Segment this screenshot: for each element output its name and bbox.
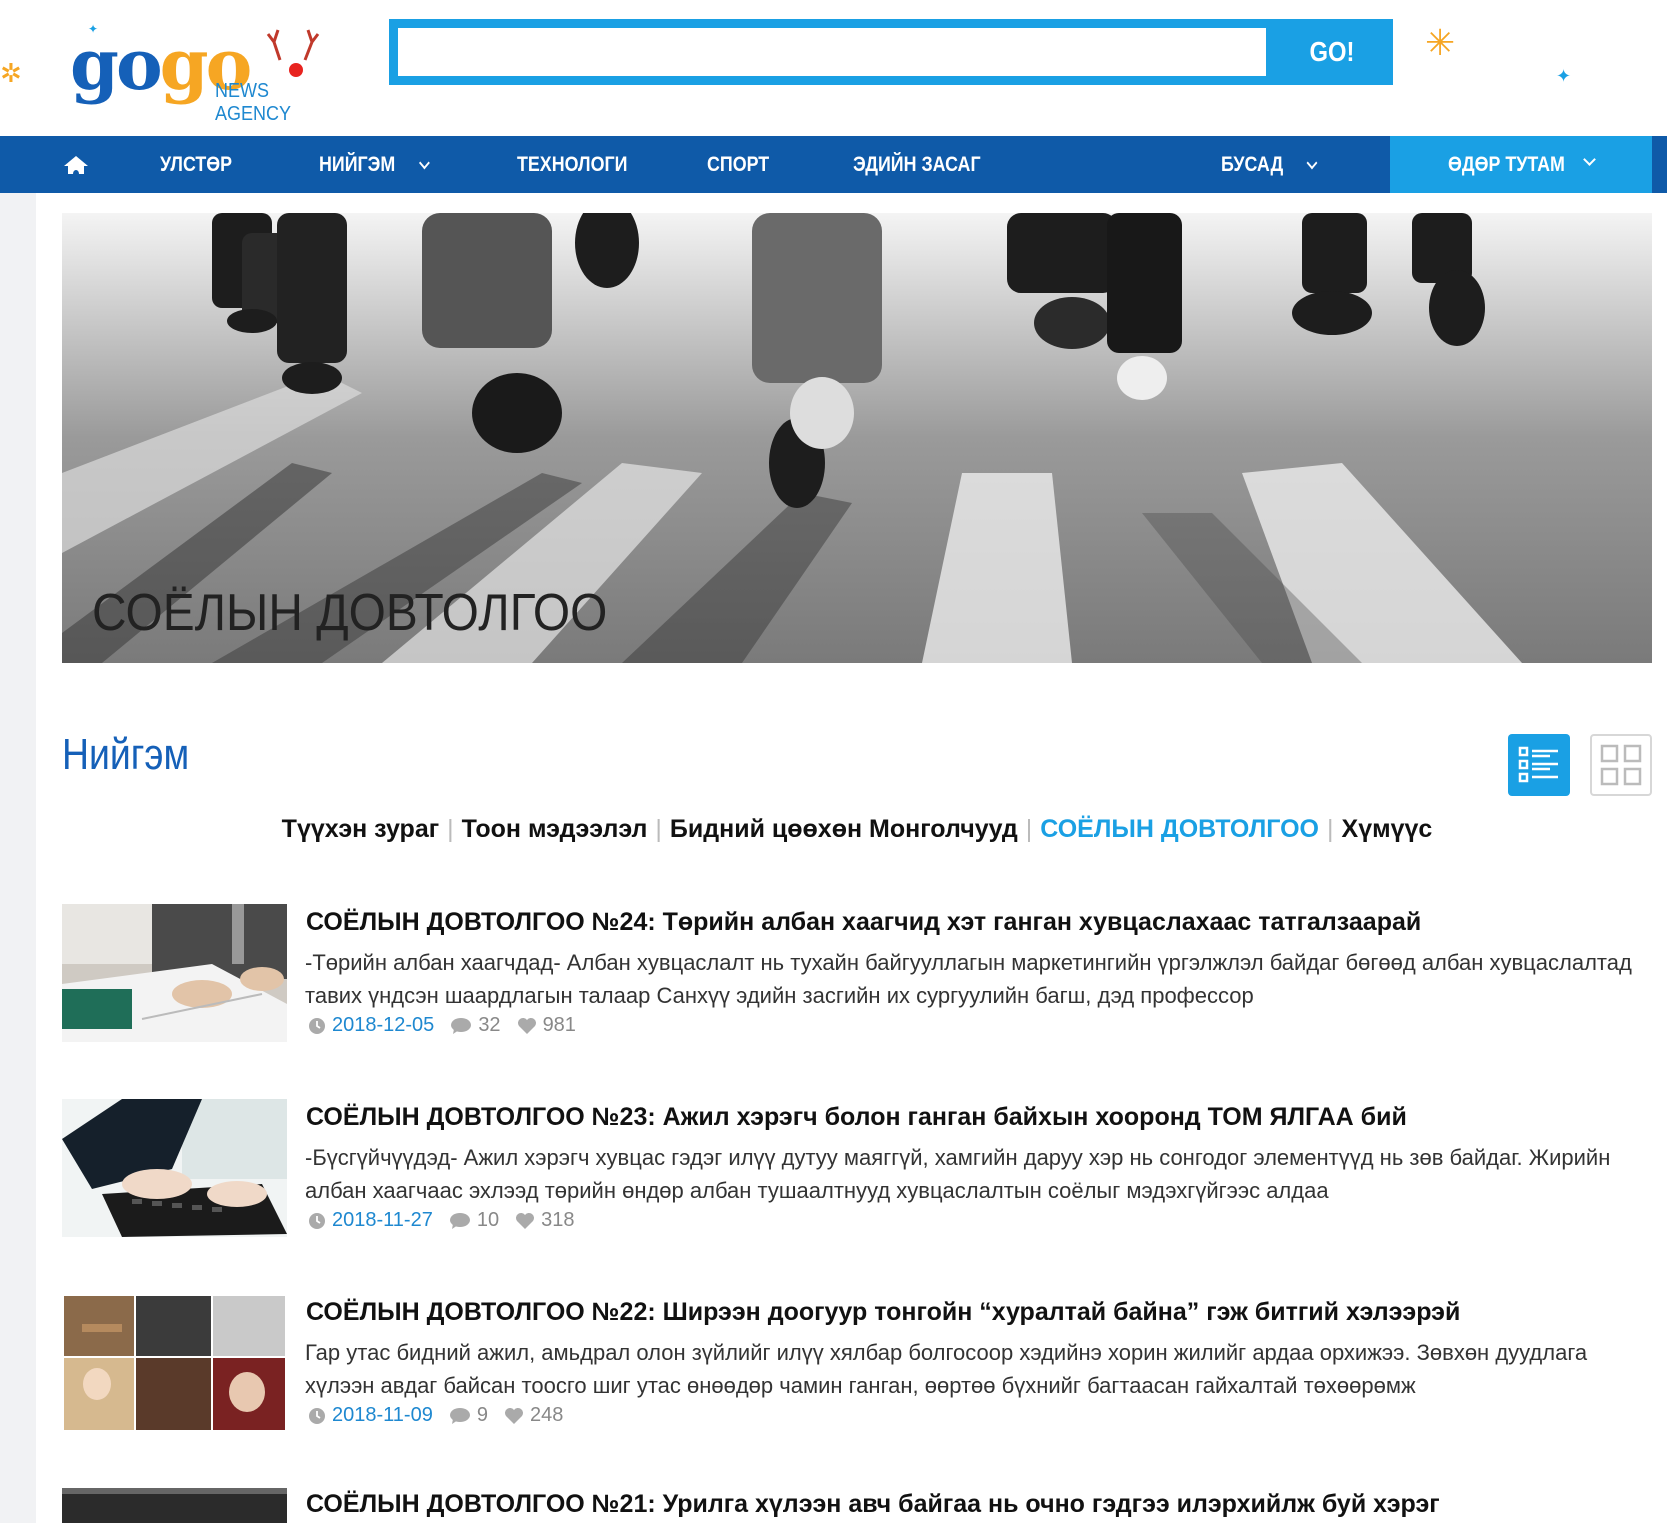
snowflake-icon: ✲ xyxy=(0,58,22,88)
list-view-toggle[interactable] xyxy=(1508,734,1570,796)
comment-count: 32 xyxy=(478,1014,501,1036)
article-item: СОЁЛЫН ДОВТОЛГОО №23: Ажил хэрэгч болон … xyxy=(62,1099,1662,1249)
snowflake-icon: ✳ xyxy=(1425,22,1456,63)
section-title: Нийгэм xyxy=(62,730,190,779)
nav-item-technology[interactable]: ТЕХНОЛОГИ xyxy=(517,136,627,193)
article-thumbnail[interactable] xyxy=(62,904,287,1042)
logo-subtitle: NEWS AGENCY xyxy=(215,80,292,125)
subcategory-link-active[interactable]: СОЁЛЫН ДОВТОЛГОО xyxy=(1040,815,1319,843)
separator: | xyxy=(1025,815,1033,843)
comment-count: 9 xyxy=(476,1404,488,1426)
chevron-down-icon xyxy=(418,156,430,170)
sparkle-icon: ✦ xyxy=(88,22,99,36)
article-title[interactable]: СОЁЛЫН ДОВТОЛГОО №23: Ажил хэрэгч болон … xyxy=(306,1103,1407,1132)
article-title[interactable]: СОЁЛЫН ДОВТОЛГОО №21: Урилга хүлээн авч … xyxy=(306,1490,1440,1519)
site-header: gogo NEWS AGENCY ✲ ✳ ✦ ✦ GO! xyxy=(0,0,1667,136)
article-date: 2018-11-09 xyxy=(332,1404,433,1426)
clock-icon xyxy=(309,1407,325,1424)
site-logo[interactable]: gogo NEWS AGENCY xyxy=(60,18,340,125)
like-count: 981 xyxy=(542,1014,576,1036)
article-meta: 2018-12-05 32 981 xyxy=(308,1014,592,1037)
grid-view-toggle[interactable] xyxy=(1590,734,1652,796)
grid-view-icon xyxy=(1600,744,1642,786)
article-excerpt: -Бүсгүйчүүдэд- Ажил хэрэгч хувцас гэдэг … xyxy=(305,1145,1611,1203)
article-date: 2018-12-05 xyxy=(332,1014,435,1036)
search-bar: GO! xyxy=(389,19,1393,85)
home-icon[interactable] xyxy=(62,154,90,176)
heart-icon xyxy=(517,1017,536,1034)
nav-item-other[interactable]: БУСАД xyxy=(1221,136,1318,193)
search-input[interactable] xyxy=(398,28,1266,76)
heart-icon xyxy=(504,1407,523,1424)
like-count: 248 xyxy=(529,1404,564,1426)
article-thumbnail[interactable] xyxy=(62,1099,287,1237)
nav-item-daily[interactable]: ӨДӨР ТУТАМ xyxy=(1390,136,1652,193)
article-excerpt: Гар утас бидний ажил, амьдрал олон зүйли… xyxy=(305,1340,1588,1398)
article-thumbnail[interactable] xyxy=(62,1294,287,1432)
subcategory-link[interactable]: Бидний цөөхөн Монголчууд xyxy=(670,815,1018,843)
comment-count: 10 xyxy=(476,1209,500,1231)
subcategory-nav: Түүхэн зураг | Тоон мэдээлэл | Бидний цөөхөн… xyxy=(0,815,1667,844)
category-banner: СОЁЛЫН ДОВТОЛГОО xyxy=(62,213,1652,663)
nav-item-society[interactable]: НИЙГЭМ xyxy=(319,136,430,193)
separator: | xyxy=(655,815,662,843)
article-excerpt: -Төрийн албан хаагчдад- Албан хувцаслалт… xyxy=(305,950,1632,1008)
chevron-down-icon xyxy=(1306,156,1318,170)
nav-item-sport[interactable]: СПОРТ xyxy=(707,136,769,193)
reindeer-antlers-icon xyxy=(266,29,320,77)
list-view-icon xyxy=(1518,746,1558,783)
clock-icon xyxy=(309,1017,325,1034)
main-nav: УЛСТӨР НИЙГЭМ ТЕХНОЛОГИ СПОРТ ЭДИЙН ЗАСА… xyxy=(0,136,1667,193)
article-item: СОЁЛЫН ДОВТОЛГОО №21: Урилга хүлээн авч … xyxy=(62,1488,1662,1523)
separator: | xyxy=(447,815,454,843)
article-title[interactable]: СОЁЛЫН ДОВТОЛГОО №24: Төрийн албан хаагч… xyxy=(306,908,1421,937)
sparkle-icon: ✦ xyxy=(1556,66,1572,86)
clock-icon xyxy=(309,1212,325,1229)
comment-icon xyxy=(449,1407,470,1424)
subcategory-link[interactable]: Түүхэн зураг xyxy=(282,815,439,843)
separator: | xyxy=(1327,815,1334,843)
article-item: СОЁЛЫН ДОВТОЛГОО №24: Төрийн албан хаагч… xyxy=(62,904,1662,1054)
left-gutter xyxy=(0,193,36,1523)
comment-icon xyxy=(449,1212,470,1229)
heart-icon xyxy=(516,1212,535,1229)
article-date: 2018-11-27 xyxy=(332,1209,433,1231)
search-go-button[interactable]: GO! xyxy=(1280,19,1384,85)
like-count: 318 xyxy=(541,1209,575,1231)
subcategory-link[interactable]: Тоон мэдээлэл xyxy=(462,815,648,843)
article-title[interactable]: СОЁЛЫН ДОВТОЛГОО №22: Ширээн доогуур тон… xyxy=(306,1298,1460,1327)
article-item: СОЁЛЫН ДОВТОЛГОО №22: Ширээн доогуур тон… xyxy=(62,1294,1662,1444)
subcategory-link[interactable]: Хүмүүс xyxy=(1342,815,1433,843)
article-meta: 2018-11-09 9 248 xyxy=(308,1404,579,1427)
chevron-down-icon xyxy=(1583,153,1596,166)
comment-icon xyxy=(451,1017,472,1034)
article-meta: 2018-11-27 10 318 xyxy=(308,1209,590,1232)
banner-title: СОЁЛЫН ДОВТОЛГОО xyxy=(92,584,608,642)
article-thumbnail[interactable] xyxy=(62,1488,287,1523)
nav-item-economy[interactable]: ЭДИЙН ЗАСАГ xyxy=(853,136,981,193)
nav-item-politics[interactable]: УЛСТӨР xyxy=(160,136,232,193)
